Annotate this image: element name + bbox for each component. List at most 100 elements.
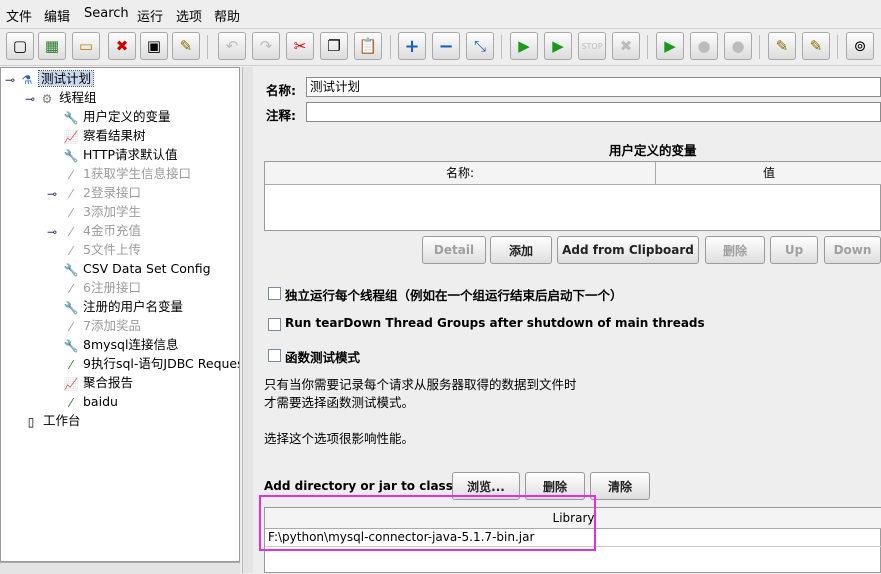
tree-item[interactable]: 🔧 CSV Data Set Config: [63, 260, 211, 278]
name-label: 名称:: [266, 83, 296, 98]
functional-note-line2: 才需要选择函数测试模式。: [264, 395, 415, 410]
add-from-clipboard-button[interactable]: Add from Clipboard: [557, 236, 699, 264]
remote-start-icon[interactable]: ▶: [656, 32, 684, 60]
tree-thread-group[interactable]: ⊸ ⚙ 线程组: [25, 89, 97, 107]
tree-item[interactable]: ⁄ 9执行sql-语句JDBC Request: [63, 355, 239, 373]
tree-item-label: CSV Data Set Config: [83, 261, 211, 276]
redo-icon[interactable]: ↷: [252, 32, 280, 60]
tree-item-label: baidu: [83, 394, 118, 409]
tree-item[interactable]: 🔧 注册的用户名变量: [63, 298, 184, 316]
column-header-name[interactable]: 名称:: [265, 162, 656, 185]
menu-options[interactable]: 选项: [176, 6, 202, 25]
tree-expand-handle-icon[interactable]: ⊸: [45, 186, 59, 202]
tree-item-label: 聚合报告: [83, 375, 134, 390]
pipette-icon: ⁄: [69, 395, 72, 410]
tree-item-label: HTTP请求默认值: [83, 147, 178, 162]
stop-icon[interactable]: STOP: [578, 32, 606, 60]
detail-button[interactable]: Detail: [422, 236, 486, 264]
graph-icon: 📈: [63, 376, 79, 391]
tree-item[interactable]: 🔧 8mysql连接信息: [63, 336, 179, 354]
delete-button[interactable]: 删除: [705, 236, 765, 264]
tree-item[interactable]: 🔧 HTTP请求默认值: [63, 146, 178, 164]
serialize-threadgroups-checkbox[interactable]: [268, 287, 281, 300]
wrench-icon: 🔧: [63, 300, 79, 315]
pipette-icon: ⁄: [69, 205, 72, 220]
pipette-icon: ⁄: [69, 319, 72, 334]
up-button[interactable]: Up: [770, 236, 818, 264]
menu-search[interactable]: Search: [84, 6, 129, 21]
search-icon[interactable]: ⊚: [846, 32, 874, 60]
tree-item-label: 4金币充值: [83, 223, 141, 238]
column-header-value[interactable]: 值: [656, 162, 881, 185]
tree-expand-handle-icon[interactable]: ⊸: [25, 91, 35, 107]
save-icon[interactable]: ▣: [140, 32, 168, 60]
tree-item[interactable]: ⁄ baidu: [63, 393, 118, 411]
copy-icon[interactable]: ❐: [320, 32, 348, 60]
test-plan-tree: ⊸ ⚗ 测试计划 ⊸ ⚙ 线程组 🔧 用户定义的变量 📈 察看结果树 🔧 HTTP请求默认值 …: [0, 67, 240, 562]
remote-exit-icon[interactable]: ●: [724, 32, 752, 60]
tree-item-label: 6注册接口: [83, 280, 141, 295]
classpath-clear-button[interactable]: 清除: [590, 472, 650, 500]
templates-icon[interactable]: ▦: [38, 32, 66, 60]
menu-bar: 文件 编辑 Search 运行 选项 帮助: [0, 0, 881, 29]
tree-root[interactable]: ⊸ ⚗ 测试计划: [5, 70, 95, 88]
functional-mode-label: 函数测试模式: [285, 350, 361, 365]
new-icon[interactable]: ▢: [6, 32, 34, 60]
split-pane-divider[interactable]: [242, 67, 253, 573]
collapse-icon[interactable]: −: [432, 32, 460, 60]
tree-item[interactable]: ⁄ 6注册接口: [63, 279, 141, 297]
performance-note: 选择这个选项很影响性能。: [264, 431, 415, 446]
menu-edit[interactable]: 编辑: [44, 6, 70, 25]
menu-run[interactable]: 运行: [137, 6, 163, 25]
tree-item[interactable]: ⁄ 1获取学生信息接口: [63, 165, 191, 183]
user-vars-table[interactable]: 名称: 值: [264, 161, 881, 231]
highlight-box: [259, 495, 596, 551]
shutdown-icon[interactable]: ✖: [612, 32, 640, 60]
tree-item[interactable]: 📈 察看结果树: [63, 127, 146, 145]
tree-item[interactable]: ⁄ 5文件上传: [63, 241, 141, 259]
cut-icon[interactable]: ✂: [286, 32, 314, 60]
tree-item[interactable]: 🔧 用户定义的变量: [63, 108, 171, 126]
tree-item-label: 注册的用户名变量: [83, 299, 184, 314]
tree-horizontal-scrollbar[interactable]: [0, 562, 240, 574]
toggle-icon[interactable]: ⤡: [466, 32, 494, 60]
start-icon[interactable]: ▶: [510, 32, 538, 60]
pipette-icon: ⁄: [69, 186, 72, 201]
tree-expand-handle-icon[interactable]: ⊸: [45, 224, 59, 240]
tree-workbench[interactable]: ▯ 工作台: [23, 412, 81, 430]
toolbar: ▢ ▦ ▭ ✖ ▣ ✎ ↶ ↷ ✂ ❐ 📋 + − ⤡ ▶ ▶ STOP ✖ ▶…: [0, 29, 881, 66]
tree-item-label: 7添加奖品: [83, 318, 141, 333]
start-no-pause-icon[interactable]: ▶: [544, 32, 572, 60]
paste-icon[interactable]: 📋: [354, 32, 382, 60]
tree-item[interactable]: ⁄ 3添加学生: [63, 203, 141, 221]
wrench-icon: 🔧: [63, 338, 79, 353]
tree-item-label: 察看结果树: [83, 128, 146, 143]
tree-item-label: 1获取学生信息接口: [83, 166, 191, 181]
teardown-checkbox[interactable]: [268, 318, 281, 331]
expand-icon[interactable]: +: [398, 32, 426, 60]
tree-expand-handle-icon[interactable]: ⊸: [5, 72, 15, 88]
tree-item-label: 8mysql连接信息: [83, 337, 179, 352]
clear-all-icon[interactable]: ✎: [802, 32, 830, 60]
save-as-icon[interactable]: ✎: [172, 32, 200, 60]
name-field[interactable]: 测试计划: [306, 77, 881, 97]
remote-stop-icon[interactable]: ●: [690, 32, 718, 60]
undo-icon[interactable]: ↶: [218, 32, 246, 60]
close-icon[interactable]: ✖: [108, 32, 136, 60]
add-button[interactable]: 添加: [490, 236, 552, 264]
functional-mode-checkbox[interactable]: [268, 349, 281, 362]
menu-help[interactable]: 帮助: [214, 6, 240, 25]
wrench-icon: 🔧: [63, 148, 79, 163]
menu-file[interactable]: 文件: [6, 6, 32, 25]
comment-field[interactable]: [306, 102, 881, 122]
open-icon[interactable]: ▭: [72, 32, 100, 60]
tree-item[interactable]: 📈 聚合报告: [63, 374, 134, 392]
clear-icon[interactable]: ✎: [768, 32, 796, 60]
user-vars-title: 用户定义的变量: [609, 143, 697, 158]
tree-item[interactable]: ⊸ ⁄ 2登录接口: [45, 184, 141, 202]
tree-item[interactable]: ⁄ 7添加奖品: [63, 317, 141, 335]
pipette-icon: ⁄: [69, 167, 72, 182]
tree-item[interactable]: ⊸ ⁄ 4金币充值: [45, 222, 141, 240]
down-button[interactable]: Down: [824, 236, 881, 264]
tree-item-label: 用户定义的变量: [83, 109, 171, 124]
